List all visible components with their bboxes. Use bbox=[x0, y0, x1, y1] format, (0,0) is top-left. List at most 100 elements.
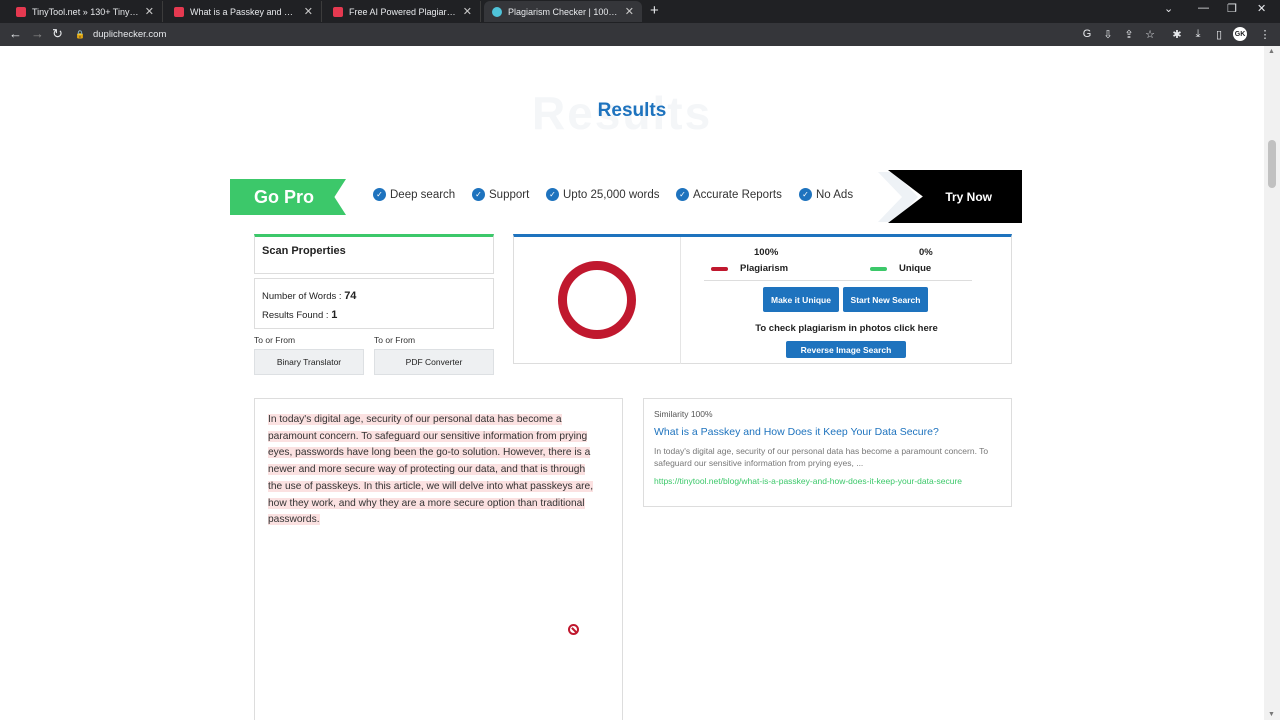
tab-close-icon[interactable]: ✕ bbox=[463, 5, 472, 18]
feature-deep-search: ✓ Deep search bbox=[373, 188, 455, 201]
unique-legend: Unique bbox=[870, 263, 931, 274]
share-icon[interactable]: ⇪ bbox=[1122, 27, 1136, 41]
text-line: the use of passkeys. In this article, we… bbox=[268, 480, 594, 492]
word-count-value: 74 bbox=[344, 290, 357, 302]
check-icon: ✓ bbox=[373, 188, 386, 201]
downloads-icon[interactable]: ⤓ bbox=[1191, 27, 1205, 41]
match-url-link[interactable]: https://tinytool.net/blog/what-is-a-pass… bbox=[654, 476, 1001, 487]
result-summary-panel: 100% 0% Plagiarism Unique Make it Unique… bbox=[513, 234, 1012, 364]
start-new-search-button[interactable]: Start New Search bbox=[843, 287, 928, 312]
scroll-down-icon[interactable]: ▼ bbox=[1268, 711, 1275, 718]
browser-tab[interactable]: What is a Passkey and How Does... ✕ bbox=[166, 1, 322, 22]
tab-title: Free AI Powered Plagiarism Rem... bbox=[349, 6, 457, 17]
forward-icon[interactable]: → bbox=[31, 26, 44, 41]
not-allowed-cursor-icon bbox=[568, 624, 579, 635]
restore-icon[interactable]: ❐ bbox=[1227, 2, 1237, 15]
feature-label: Support bbox=[489, 188, 530, 201]
checked-text-area[interactable]: In today's digital age, security of our … bbox=[254, 398, 623, 720]
check-icon: ✓ bbox=[546, 188, 559, 201]
duplichecker-favicon-icon bbox=[492, 6, 502, 17]
panel-divider bbox=[680, 237, 681, 364]
tab-title: What is a Passkey and How Does... bbox=[190, 6, 298, 17]
word-count-row: Number of Words : 74 bbox=[262, 287, 486, 306]
results-found-value: 1 bbox=[331, 309, 338, 321]
go-pro-badge: Go Pro bbox=[230, 179, 346, 215]
lock-icon: 🔒 bbox=[75, 30, 85, 39]
match-result-card[interactable]: Similarity 100% What is a Passkey and Ho… bbox=[643, 398, 1012, 507]
feature-label: No Ads bbox=[816, 188, 854, 201]
check-icon: ✓ bbox=[676, 188, 689, 201]
make-it-unique-button[interactable]: Make it Unique bbox=[763, 287, 839, 312]
feature-word-limit: ✓ Upto 25,000 words bbox=[546, 188, 660, 201]
unique-label: Unique bbox=[899, 263, 932, 274]
unique-percent: 0% bbox=[919, 247, 933, 258]
browser-tab-bar: TinyTool.net » 130+ Tiny But Pre... ✕ Wh… bbox=[0, 0, 1280, 23]
tinytool-favicon-icon bbox=[174, 6, 184, 17]
google-icon[interactable]: G bbox=[1080, 27, 1094, 41]
text-line: how they work, and why they are a more s… bbox=[268, 497, 585, 509]
results-found-row: Results Found : 1 bbox=[262, 306, 486, 325]
page-scrollbar[interactable]: ▲ ▼ bbox=[1264, 46, 1280, 720]
close-window-icon[interactable]: ✕ bbox=[1257, 2, 1266, 15]
tab-title: TinyTool.net » 130+ Tiny But Pre... bbox=[32, 6, 139, 17]
unique-swatch bbox=[870, 266, 887, 271]
address-bar[interactable]: 🔒 duplichecker.com bbox=[75, 25, 1075, 44]
text-line: eyes, passwords have long been the go-to… bbox=[268, 447, 591, 459]
reload-icon[interactable]: ↻ bbox=[52, 26, 63, 42]
minimize-icon[interactable]: — bbox=[1198, 2, 1209, 14]
feature-label: Deep search bbox=[390, 188, 456, 201]
tab-close-icon[interactable]: ✕ bbox=[304, 5, 313, 18]
browser-tab[interactable]: Free AI Powered Plagiarism Rem... ✕ bbox=[325, 1, 481, 22]
extensions-icon[interactable]: ✱ bbox=[1170, 27, 1184, 41]
check-icon: ✓ bbox=[472, 188, 485, 201]
results-title: Results bbox=[597, 100, 667, 121]
plagiarism-swatch bbox=[711, 266, 728, 271]
plagiarism-legend: Plagiarism bbox=[711, 263, 788, 274]
feature-label: Upto 25,000 words bbox=[563, 188, 660, 201]
tab-search-chevron-icon[interactable]: ⌄ bbox=[1164, 2, 1173, 15]
tinytool-favicon-icon bbox=[333, 6, 343, 17]
photo-check-note: To check plagiarism in photos click here bbox=[755, 323, 938, 334]
go-pro-banner[interactable]: Go Pro ✓ Deep search ✓ Support ✓ Upto 25… bbox=[230, 170, 1022, 223]
browser-tab[interactable]: TinyTool.net » 130+ Tiny But Pre... ✕ bbox=[8, 1, 163, 22]
summary-divider bbox=[704, 280, 972, 281]
tool-caption: To or From bbox=[254, 335, 296, 345]
side-panel-icon[interactable]: ▯ bbox=[1212, 27, 1226, 41]
profile-avatar-icon[interactable]: GK bbox=[1233, 27, 1247, 41]
pdf-converter-button[interactable]: PDF Converter bbox=[374, 349, 494, 375]
text-line: paramount concern. To safeguard our sens… bbox=[268, 430, 588, 442]
reverse-image-search-button[interactable]: Reverse Image Search bbox=[786, 341, 906, 358]
match-title-link[interactable]: What is a Passkey and How Does it Keep Y… bbox=[654, 426, 1001, 438]
plagiarism-label: Plagiarism bbox=[740, 263, 789, 274]
tab-close-icon[interactable]: ✕ bbox=[145, 5, 154, 18]
menu-kebab-icon[interactable]: ⋮ bbox=[1258, 27, 1272, 41]
scan-stats: Number of Words : 74 Results Found : 1 bbox=[254, 278, 494, 329]
plagiarism-percent: 100% bbox=[754, 247, 779, 258]
binary-translator-button[interactable]: Binary Translator bbox=[254, 349, 364, 375]
back-icon[interactable]: ← bbox=[9, 26, 22, 41]
install-icon[interactable]: ⇩ bbox=[1101, 27, 1115, 41]
results-found-label: Results Found : bbox=[262, 310, 329, 321]
tab-title: Plagiarism Checker | 100% Free a... bbox=[508, 6, 619, 17]
similarity-label: Similarity 100% bbox=[654, 409, 713, 419]
text-line: newer and more secure way of protecting … bbox=[268, 464, 586, 476]
browser-tab-active[interactable]: Plagiarism Checker | 100% Free a... ✕ bbox=[484, 1, 642, 22]
browser-toolbar: ← → ↻ 🔒 duplichecker.com G ⇩ ⇪ ☆ ✱ ⤓ ▯ G… bbox=[0, 23, 1280, 46]
tinytool-favicon-icon bbox=[16, 6, 26, 17]
tab-close-icon[interactable]: ✕ bbox=[625, 5, 634, 18]
text-line: In today's digital age, security of our … bbox=[268, 414, 562, 425]
word-count-label: Number of Words : bbox=[262, 291, 342, 302]
new-tab-icon[interactable]: + bbox=[650, 2, 659, 19]
plagiarism-ring-chart bbox=[558, 261, 636, 339]
scan-properties-header: Scan Properties bbox=[254, 234, 494, 274]
match-snippet: In today's digital age, security of our … bbox=[654, 446, 989, 468]
scrollbar-thumb[interactable] bbox=[1268, 140, 1276, 188]
scroll-up-icon[interactable]: ▲ bbox=[1268, 48, 1275, 55]
bookmark-star-icon[interactable]: ☆ bbox=[1143, 27, 1157, 41]
feature-support: ✓ Support bbox=[472, 188, 529, 201]
page-viewport: Results Results Go Pro ✓ Deep search ✓ S… bbox=[0, 46, 1280, 720]
text-line: passwords. bbox=[268, 514, 320, 526]
feature-label: Accurate Reports bbox=[693, 188, 782, 201]
feature-no-ads: ✓ No Ads bbox=[799, 188, 853, 201]
tool-caption: To or From bbox=[374, 335, 416, 345]
